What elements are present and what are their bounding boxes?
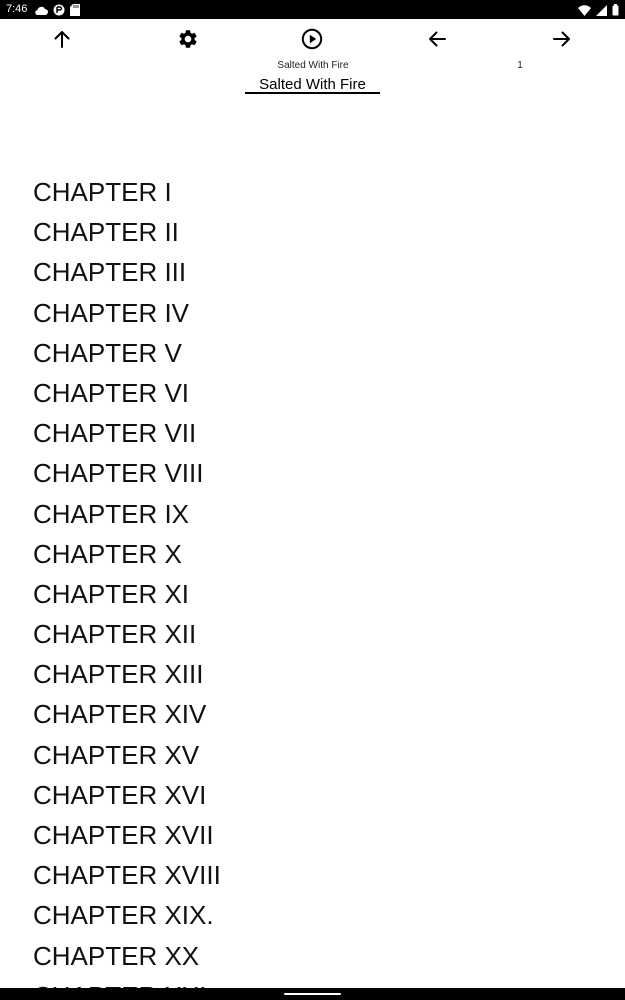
home-handle[interactable] xyxy=(284,993,341,995)
header-book-title: Salted With Fire xyxy=(277,60,349,71)
forward-arrow-icon[interactable] xyxy=(550,27,574,51)
chapter-item[interactable]: CHAPTER VI xyxy=(33,373,593,413)
gear-icon[interactable] xyxy=(176,27,200,51)
chapter-item[interactable]: CHAPTER XII xyxy=(33,614,593,654)
chapter-item[interactable]: CHAPTER IV xyxy=(33,293,593,333)
chapter-item[interactable]: CHAPTER XVII xyxy=(33,815,593,855)
chapter-item[interactable]: CHAPTER XV xyxy=(33,735,593,775)
chapter-item[interactable]: CHAPTER XIX. xyxy=(33,895,593,935)
status-bar: 7:46 xyxy=(0,0,625,19)
chapter-item[interactable]: CHAPTER XIV xyxy=(33,694,593,734)
book-title: Salted With Fire xyxy=(245,74,380,94)
up-arrow-icon[interactable] xyxy=(50,27,74,51)
chapter-item[interactable]: CHAPTER VIII xyxy=(33,453,593,493)
toolbar xyxy=(0,19,625,59)
chapter-item[interactable]: CHAPTER XXI xyxy=(33,976,593,988)
play-circle-icon[interactable] xyxy=(300,27,324,51)
chapter-item[interactable]: CHAPTER IX xyxy=(33,494,593,534)
navigation-bar xyxy=(0,988,625,1000)
chapter-item[interactable]: CHAPTER XI xyxy=(33,574,593,614)
page-number: 1 xyxy=(517,60,523,71)
chapter-list: CHAPTER I CHAPTER II CHAPTER III CHAPTER IV… xyxy=(33,172,593,988)
chapter-item[interactable]: CHAPTER V xyxy=(33,333,593,373)
chapter-item[interactable]: CHAPTER XX xyxy=(33,936,593,976)
chapter-item[interactable]: CHAPTER VII xyxy=(33,413,593,453)
chapter-item[interactable]: CHAPTER XVIII xyxy=(33,855,593,895)
chapter-item[interactable]: CHAPTER II xyxy=(33,212,593,252)
chapter-item[interactable]: CHAPTER III xyxy=(33,252,593,292)
chapter-item[interactable]: CHAPTER XVI xyxy=(33,775,593,815)
status-time: 7:46 xyxy=(6,3,28,15)
chapter-item[interactable]: CHAPTER XIII xyxy=(33,654,593,694)
chapter-item[interactable]: CHAPTER X xyxy=(33,534,593,574)
back-arrow-icon[interactable] xyxy=(425,27,449,51)
chapter-item[interactable]: CHAPTER I xyxy=(33,172,593,212)
